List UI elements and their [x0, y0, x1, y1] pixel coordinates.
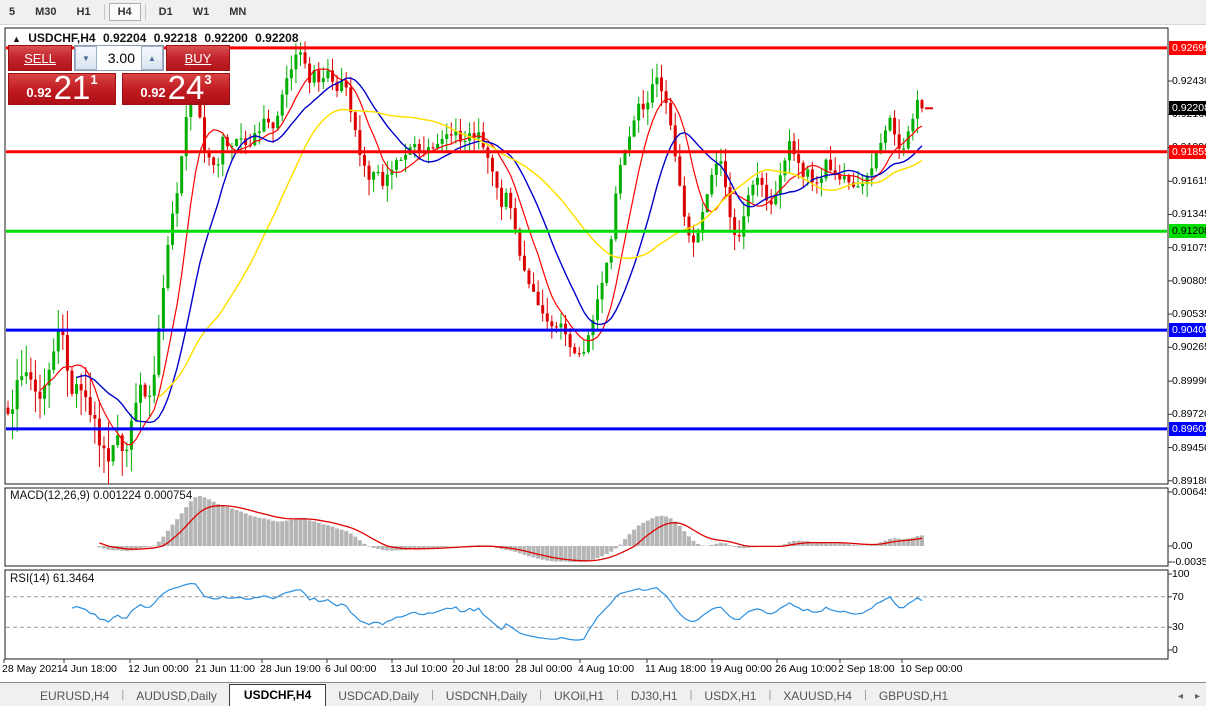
rsi-axis-tick: 30 — [1172, 621, 1184, 633]
volume-decrease-icon[interactable]: ▼ — [75, 46, 97, 70]
macd-axis-tick: -0.00350 — [1172, 556, 1206, 568]
current-price-badge: 0.92208 — [1169, 101, 1206, 115]
buy-button[interactable]: BUY — [166, 45, 230, 71]
chart-title: ▲ USDCHF,H4 0.92204 0.92218 0.92200 0.92… — [12, 31, 303, 45]
chart-tab-audusd[interactable]: AUDUSD,Daily — [124, 686, 229, 706]
chart-tab-usdchf[interactable]: USDCHF,H4 — [229, 684, 326, 706]
chart-tab-usdcad[interactable]: USDCAD,Daily — [326, 686, 431, 706]
rsi-axis-tick: 100 — [1172, 568, 1190, 580]
sell-button[interactable]: SELL — [8, 45, 72, 71]
chart-tab-eurusd[interactable]: EURUSD,H4 — [28, 686, 121, 706]
rsi-axis-tick: 70 — [1172, 591, 1184, 603]
chart-tab-gbpusd[interactable]: GBPUSD,H1 — [867, 686, 960, 706]
buy-price-display[interactable]: 0.92 24 3 — [122, 73, 230, 105]
title-symbol: USDCHF,H4 — [28, 31, 95, 45]
date-axis-label: 4 Jun 18:00 — [62, 663, 117, 675]
buy-price-big: 24 — [168, 73, 205, 103]
price-axis-tick: 0.89990 — [1172, 375, 1206, 387]
price-axis-tick: 0.92430 — [1172, 75, 1206, 87]
date-axis-label: 21 Jun 11:00 — [195, 663, 255, 675]
price-axis-tick: 0.90805 — [1172, 275, 1206, 287]
tab-scroll-left-icon[interactable]: ◂ — [1178, 691, 1183, 702]
level-price-badge: 0.92699 — [1169, 41, 1206, 55]
chart-tab-ukoil[interactable]: UKOil,H1 — [542, 686, 616, 706]
sell-price-prefix: 0.92 — [26, 85, 51, 100]
macd-axis-tick: 0.006451 — [1172, 486, 1206, 498]
rsi-axis-tick: 0 — [1172, 644, 1178, 656]
volume-spinner: ▼ 3.00 ▲ — [74, 45, 164, 71]
date-axis-label: 11 Aug 18:00 — [645, 663, 706, 675]
collapse-chart-icon[interactable]: ▲ — [12, 34, 21, 44]
one-click-trading-panel: SELL ▼ 3.00 ▲ BUY 0.92 21 1 0.92 24 3 — [8, 45, 230, 105]
sell-price-sup: 1 — [90, 72, 97, 87]
volume-input[interactable]: 3.00 — [97, 46, 141, 70]
chart-tab-dj30[interactable]: DJ30,H1 — [619, 686, 690, 706]
price-axis-tick: 0.89180 — [1172, 475, 1206, 487]
chart-tab-xauusd[interactable]: XAUUSD,H4 — [771, 686, 864, 706]
date-axis-label: 19 Aug 00:00 — [710, 663, 772, 675]
sell-price-display[interactable]: 0.92 21 1 — [8, 73, 116, 105]
date-axis-label: 10 Sep 00:00 — [900, 663, 962, 675]
price-axis-tick: 0.89720 — [1172, 408, 1206, 420]
price-axis-tick: 0.90265 — [1172, 341, 1206, 353]
date-axis-label: 28 Jul 00:00 — [515, 663, 572, 675]
level-price-badge: 0.91855 — [1169, 145, 1206, 159]
date-axis-label: 12 Jun 00:00 — [128, 663, 189, 675]
tab-scroll-nav: ◂ ▸ — [1178, 691, 1200, 702]
price-axis-tick: 0.90535 — [1172, 308, 1206, 320]
tab-scroll-right-icon[interactable]: ▸ — [1195, 691, 1200, 702]
macd-label: MACD(12,26,9) 0.001224 0.000754 — [10, 490, 192, 502]
date-axis-label: 2 Sep 18:00 — [838, 663, 895, 675]
date-axis-label: 4 Aug 10:00 — [578, 663, 634, 675]
buy-price-sup: 3 — [204, 72, 211, 87]
macd-axis-tick: 0.00 — [1172, 540, 1192, 552]
buy-price-prefix: 0.92 — [140, 85, 165, 100]
price-axis-tick: 0.91075 — [1172, 242, 1206, 254]
sell-price-big: 21 — [54, 73, 91, 103]
level-price-badge: 0.91208 — [1169, 224, 1206, 238]
chart-tab-usdx[interactable]: USDX,H1 — [692, 686, 768, 706]
title-close: 0.92208 — [255, 31, 298, 45]
price-axis-tick: 0.91345 — [1172, 208, 1206, 220]
date-axis-label: 20 Jul 18:00 — [452, 663, 509, 675]
chart-tab-bar: EURUSD,H4|AUDUSD,DailyUSDCHF,H4USDCAD,Da… — [0, 682, 1206, 706]
date-axis-label: 28 Jun 19:00 — [260, 663, 321, 675]
date-axis-label: 6 Jul 00:00 — [325, 663, 376, 675]
rsi-label: RSI(14) 61.3464 — [10, 573, 94, 585]
price-axis-tick: 0.91615 — [1172, 175, 1206, 187]
mt4-window: 5M30H1H4D1W1MN ▲ USDCHF,H4 0.92204 0.922… — [0, 0, 1206, 706]
date-axis-label: 26 Aug 10:00 — [775, 663, 837, 675]
title-high: 0.92218 — [154, 31, 197, 45]
level-price-badge: 0.90405 — [1169, 323, 1206, 337]
title-open: 0.92204 — [103, 31, 146, 45]
chart-tab-usdcnh[interactable]: USDCNH,Daily — [434, 686, 539, 706]
price-axis-tick: 0.89450 — [1172, 442, 1206, 454]
date-axis-label: 28 May 2021 — [2, 663, 63, 675]
volume-increase-icon[interactable]: ▲ — [141, 46, 163, 70]
title-low: 0.92200 — [204, 31, 247, 45]
level-price-badge: 0.89602 — [1169, 422, 1206, 436]
date-axis-label: 13 Jul 10:00 — [390, 663, 447, 675]
